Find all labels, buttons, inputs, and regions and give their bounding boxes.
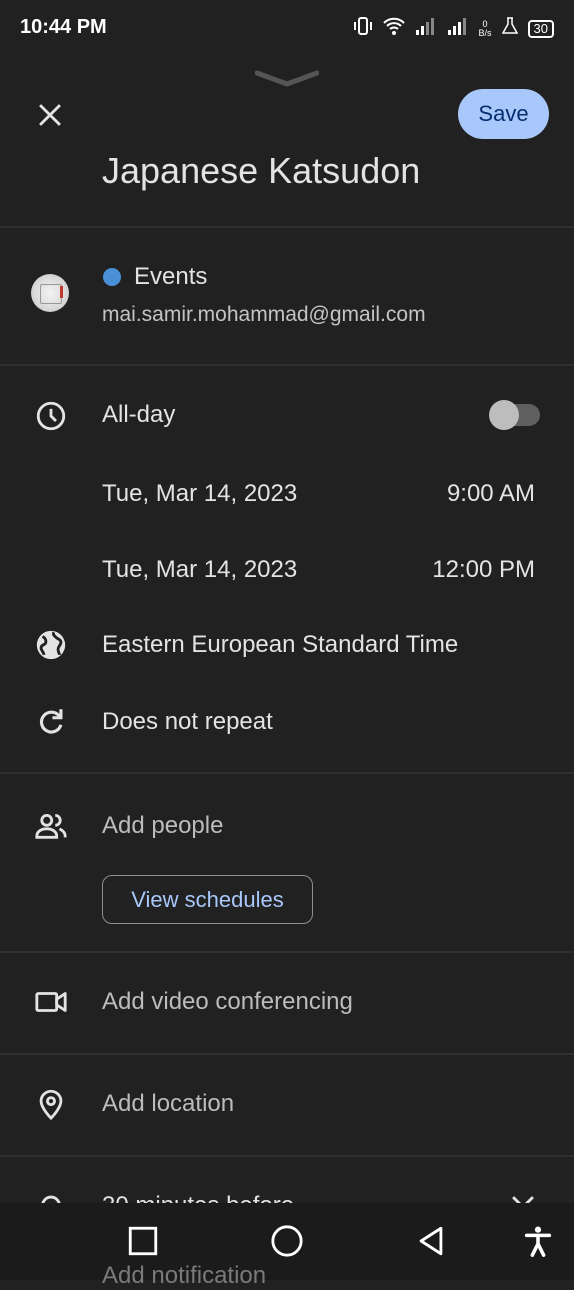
all-day-toggle-thumb[interactable] <box>489 400 519 430</box>
globe-icon <box>31 625 71 665</box>
vibrate-icon <box>353 16 373 41</box>
all-day-label: All-day <box>102 401 176 428</box>
end-time[interactable]: 12:00 PM <box>432 556 535 584</box>
net-speed-unit: B/s <box>478 27 492 38</box>
divider <box>0 772 574 774</box>
divider <box>0 951 574 953</box>
back-button[interactable] <box>411 1221 451 1261</box>
net-speed: 0 B/s <box>478 19 492 38</box>
start-time[interactable]: 9:00 AM <box>447 480 535 508</box>
people-icon <box>31 806 71 846</box>
calendar-name[interactable]: Events <box>134 263 207 291</box>
location-pin-icon <box>31 1084 71 1124</box>
close-button[interactable] <box>30 95 70 135</box>
calendar-color-dot <box>103 268 121 286</box>
signal-icon <box>447 16 469 41</box>
close-icon <box>39 104 61 126</box>
add-notification[interactable]: Add notification <box>102 1262 266 1290</box>
divider <box>0 1155 574 1157</box>
drag-handle[interactable] <box>254 70 320 88</box>
repeat-icon <box>31 702 71 742</box>
accessibility-button[interactable] <box>518 1221 558 1261</box>
divider <box>0 364 574 366</box>
event-title[interactable]: Japanese Katsudon <box>102 150 420 192</box>
add-video-conferencing[interactable]: Add video conferencing <box>102 988 353 1016</box>
back-triangle-icon <box>419 1226 443 1256</box>
wifi-icon <box>382 16 405 41</box>
flask-icon <box>501 17 518 40</box>
status-icons: 0 B/s 30 <box>353 16 554 41</box>
add-people[interactable]: Add people <box>102 812 223 840</box>
status-time: 10:44 PM <box>20 16 107 38</box>
home-button[interactable] <box>267 1221 307 1261</box>
divider <box>0 1053 574 1055</box>
recents-button[interactable] <box>123 1221 163 1261</box>
status-bar: 10:44 PM 0 B/s 30 <box>0 0 574 58</box>
account-email[interactable]: mai.samir.mohammad@gmail.com <box>102 303 426 327</box>
end-date[interactable]: Tue, Mar 14, 2023 <box>102 556 297 584</box>
view-schedules-button[interactable]: View schedules <box>102 875 313 924</box>
repeat-option[interactable]: Does not repeat <box>102 708 273 736</box>
save-button[interactable]: Save <box>458 89 549 139</box>
add-location[interactable]: Add location <box>102 1090 234 1118</box>
video-camera-icon <box>31 982 71 1022</box>
square-icon <box>128 1226 158 1256</box>
timezone[interactable]: Eastern European Standard Time <box>102 631 458 659</box>
divider <box>0 226 574 228</box>
circle-icon <box>271 1225 303 1257</box>
accessibility-icon <box>524 1226 552 1257</box>
avatar <box>31 274 69 312</box>
clock-icon <box>31 396 71 436</box>
start-date[interactable]: Tue, Mar 14, 2023 <box>102 480 297 508</box>
signal-icon <box>415 16 437 41</box>
battery-icon: 30 <box>527 19 554 38</box>
